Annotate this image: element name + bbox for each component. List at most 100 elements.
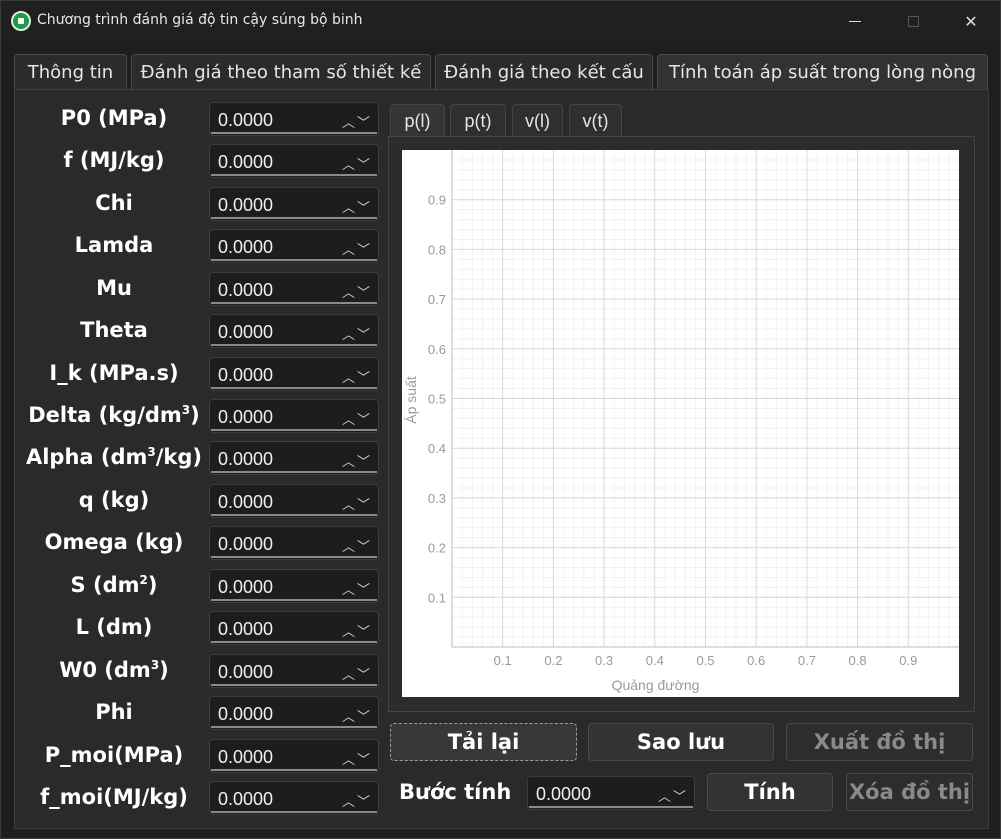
chart-tab-p-t[interactable]: p(t)	[450, 104, 506, 137]
spin-arrows-icon[interactable]: ︿﹀	[342, 494, 372, 513]
param-spinbox[interactable]: 0.0000 ︿﹀	[209, 441, 379, 475]
spin-value[interactable]: 0.0000	[218, 407, 273, 428]
spin-arrows-icon[interactable]: ︿﹀	[342, 282, 372, 301]
tab-tinh-ap-suat[interactable]: Tính toán áp suất trong lòng nòng	[657, 54, 988, 90]
spin-arrows-icon[interactable]: ︿﹀	[342, 749, 372, 768]
spin-underline	[211, 344, 377, 346]
maximize-icon	[907, 15, 919, 27]
spin-value[interactable]: 0.0000	[218, 110, 273, 131]
param-label: W0 (dm3)	[59, 658, 169, 682]
spin-arrows-icon[interactable]: ︿﹀	[342, 154, 372, 173]
param-row-q: q (kg) 0.0000 ︿﹀	[15, 484, 385, 518]
spin-arrows-icon[interactable]: ︿﹀	[342, 579, 372, 598]
param-row-alpha: Alpha (dm3/kg) 0.0000 ︿﹀	[15, 441, 385, 475]
spin-value[interactable]: 0.0000	[218, 449, 273, 470]
maximize-button[interactable]	[883, 1, 943, 41]
compute-button[interactable]: Tính	[707, 773, 833, 811]
param-spinbox[interactable]: 0.0000 ︿﹀	[209, 526, 379, 560]
spin-value[interactable]: 0.0000	[218, 237, 273, 258]
close-icon: ✕	[964, 11, 978, 31]
spin-underline	[211, 217, 377, 219]
param-spinbox[interactable]: 0.0000 ︿﹀	[209, 272, 379, 306]
y-tick-label: 0.7	[428, 292, 446, 307]
param-spinbox[interactable]: 0.0000 ︿﹀	[209, 187, 379, 221]
y-tick-label: 0.3	[428, 491, 446, 506]
spin-value[interactable]: 0.0000	[218, 704, 273, 725]
spin-underline	[211, 471, 377, 473]
param-spinbox[interactable]: 0.0000 ︿﹀	[209, 399, 379, 433]
spin-value[interactable]: 0.0000	[218, 152, 273, 173]
spin-arrows-icon[interactable]: ︿﹀	[342, 791, 372, 810]
param-spinbox[interactable]: 0.0000 ︿﹀	[209, 739, 379, 773]
spin-arrows-icon[interactable]: ︿﹀	[342, 536, 372, 555]
tab-danh-gia-ket-cau[interactable]: Đánh giá theo kết cấu	[435, 54, 653, 89]
chart-tab-p-l[interactable]: p(l)	[390, 104, 445, 137]
param-label: Lamda	[74, 233, 154, 257]
spin-underline	[211, 684, 377, 686]
spin-value[interactable]: 0.0000	[218, 747, 273, 768]
param-spinbox[interactable]: 0.0000 ︿﹀	[209, 569, 379, 603]
param-spinbox[interactable]: 0.0000 ︿﹀	[209, 696, 379, 730]
spin-arrows-icon[interactable]: ︿﹀	[342, 324, 372, 343]
y-tick-label: 0.8	[428, 242, 446, 257]
spin-value[interactable]: 0.0000	[218, 492, 273, 513]
spin-underline	[211, 302, 377, 304]
title-bar[interactable]: Chương trình đánh giá độ tin cậy súng bộ…	[1, 1, 1000, 41]
step-spinbox[interactable]: 0.0000 ︿﹀	[527, 776, 695, 810]
spin-arrows-icon[interactable]: ︿﹀	[342, 706, 372, 725]
spin-arrows-icon[interactable]: ︿﹀	[342, 112, 372, 131]
spin-arrows-icon[interactable]: ︿﹀	[658, 786, 688, 805]
spin-value[interactable]: 0.0000	[218, 662, 273, 683]
chart-tab-v-t[interactable]: v(t)	[569, 104, 622, 137]
x-tick-label: 0.8	[849, 653, 867, 668]
export-chart-button[interactable]: Xuất đồ thị	[786, 723, 973, 761]
spin-value[interactable]: 0.0000	[218, 577, 273, 598]
param-spinbox[interactable]: 0.0000 ︿﹀	[209, 144, 379, 178]
spin-value[interactable]: 0.0000	[218, 280, 273, 301]
param-spinbox[interactable]: 0.0000 ︿﹀	[209, 102, 379, 136]
minimize-button[interactable]	[825, 1, 885, 41]
x-tick-label: 0.6	[747, 653, 765, 668]
param-spinbox[interactable]: 0.0000 ︿﹀	[209, 484, 379, 518]
spin-underline	[211, 769, 377, 771]
spin-value[interactable]: 0.0000	[218, 789, 273, 810]
param-spinbox[interactable]: 0.0000 ︿﹀	[209, 357, 379, 391]
param-spinbox[interactable]: 0.0000 ︿﹀	[209, 229, 379, 263]
tab-danh-gia-tham-so[interactable]: Đánh giá theo tham số thiết kế	[131, 54, 431, 89]
spin-value[interactable]: 0.0000	[218, 534, 273, 555]
param-row-l: L (dm) 0.0000 ︿﹀	[15, 611, 385, 645]
y-tick-label: 0.9	[428, 193, 446, 208]
param-label: P_moi(MPa)	[44, 743, 184, 767]
backup-button[interactable]: Sao lưu	[588, 723, 774, 761]
param-spinbox[interactable]: 0.0000 ︿﹀	[209, 781, 379, 815]
reload-button[interactable]: Tải lại	[390, 723, 577, 761]
spin-arrows-icon[interactable]: ︿﹀	[342, 197, 372, 216]
spin-value[interactable]: 0.0000	[218, 322, 273, 343]
spin-arrows-icon[interactable]: ︿﹀	[342, 664, 372, 683]
param-label: L (dm)	[75, 615, 153, 639]
param-spinbox[interactable]: 0.0000 ︿﹀	[209, 611, 379, 645]
spin-value[interactable]: 0.0000	[218, 619, 273, 640]
spin-arrows-icon[interactable]: ︿﹀	[342, 367, 372, 386]
spin-value[interactable]: 0.0000	[218, 195, 273, 216]
chart-tab-v-l[interactable]: v(l)	[512, 104, 563, 137]
clear-chart-button[interactable]: Xóa đồ thị	[846, 773, 973, 811]
close-button[interactable]: ✕	[941, 1, 1001, 41]
spin-value[interactable]: 0.0000	[218, 365, 273, 386]
spin-value[interactable]: 0.0000	[536, 784, 591, 805]
spin-underline	[211, 811, 377, 813]
tab-thong-tin[interactable]: Thông tin	[14, 54, 127, 89]
chart-frame: 0.1 0.2 0.3 0.4 0.5 0.6 0.7 0.8 0.9 0.1 0.2 0.3 0.4…	[388, 136, 975, 712]
chart-canvas[interactable]: 0.1 0.2 0.3 0.4 0.5 0.6 0.7 0.8 0.9 0.1 0.2 0.3 0.4…	[402, 150, 959, 697]
spin-arrows-icon[interactable]: ︿﹀	[342, 451, 372, 470]
x-tick-label: 0.5	[696, 653, 714, 668]
param-row-f: f (MJ/kg) 0.0000 ︿﹀	[15, 144, 385, 178]
param-spinbox[interactable]: 0.0000 ︿﹀	[209, 314, 379, 348]
spin-arrows-icon[interactable]: ︿﹀	[342, 239, 372, 258]
param-spinbox[interactable]: 0.0000 ︿﹀	[209, 654, 379, 688]
spin-underline	[211, 259, 377, 261]
param-label: S (dm2)	[70, 573, 158, 597]
spin-arrows-icon[interactable]: ︿﹀	[342, 621, 372, 640]
spin-underline	[211, 429, 377, 431]
spin-arrows-icon[interactable]: ︿﹀	[342, 409, 372, 428]
